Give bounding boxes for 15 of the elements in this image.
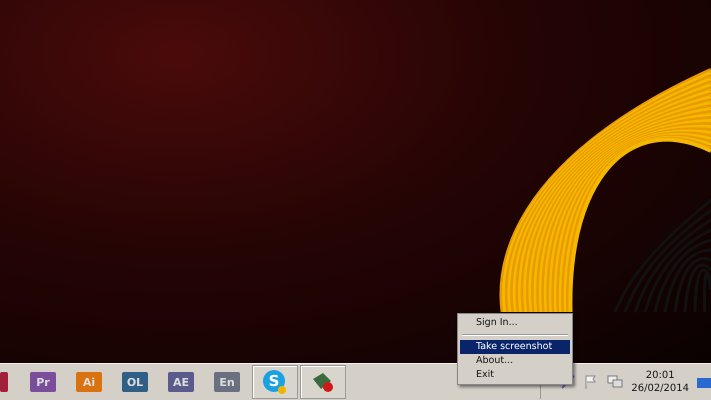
clock-time: 20:01 [646, 369, 675, 382]
app-tile-icon[interactable]: Pr [30, 372, 56, 392]
app-tile-icon[interactable]: En [214, 372, 240, 392]
taskbar-app-button[interactable] [300, 365, 346, 399]
menu-item[interactable]: About... [460, 354, 570, 368]
menu-item[interactable]: Exit [460, 368, 570, 382]
network-icon[interactable] [607, 374, 624, 390]
app-tile-icon[interactable]: OL [122, 372, 148, 392]
menu-item[interactable]: Take screenshot [460, 340, 570, 354]
taskbar-app-button[interactable]: S [252, 365, 298, 399]
chat-app-icon: S [262, 369, 288, 395]
clock-date: 26/02/2014 [631, 382, 689, 395]
app-tile-icon[interactable] [0, 372, 8, 392]
menu-item[interactable]: Sign In... [460, 316, 570, 330]
app-tile-icon[interactable]: AE [168, 372, 194, 392]
